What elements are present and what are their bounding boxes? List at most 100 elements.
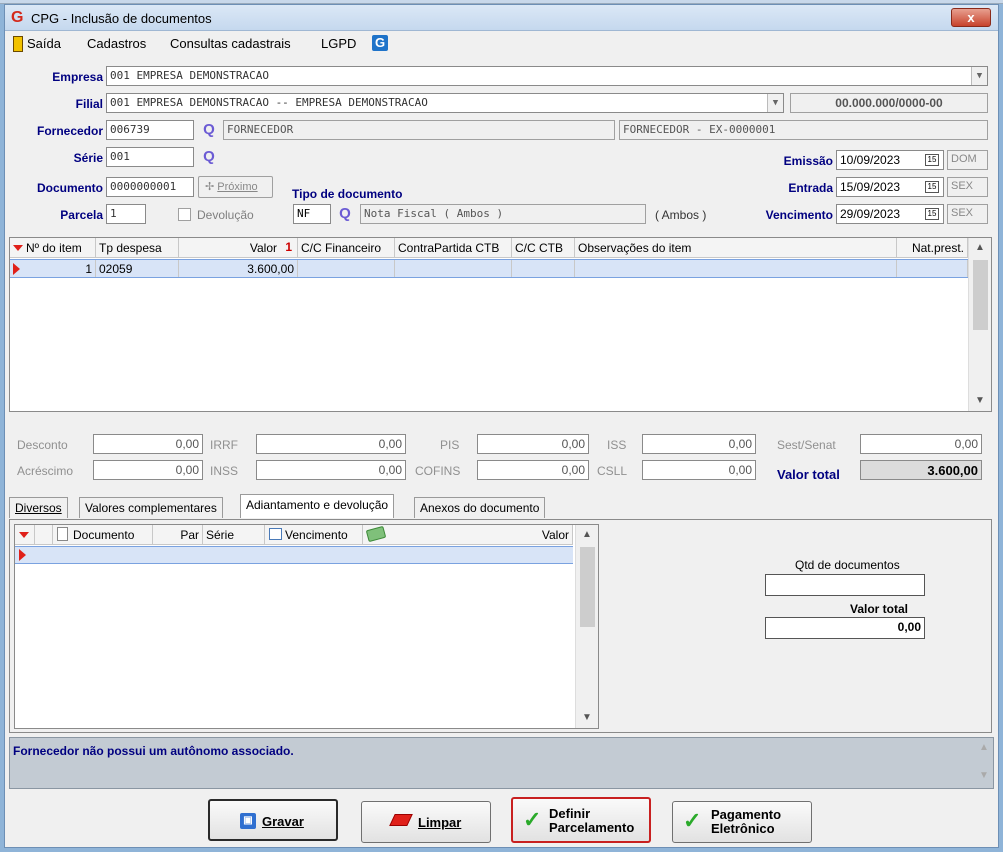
- pagamento-eletronico-button[interactable]: ✓ Pagamento Eletrônico: [672, 801, 812, 843]
- items-scrollbar[interactable]: ▲ ▼: [968, 238, 991, 411]
- scroll-down-icon[interactable]: ▼: [579, 712, 595, 723]
- scroll-down-icon[interactable]: ▼: [972, 395, 988, 406]
- col-header-cc-financeiro[interactable]: C/C Financeiro: [298, 238, 395, 258]
- search-icon[interactable]: Q: [200, 148, 218, 166]
- parcela-input[interactable]: 1: [106, 204, 146, 224]
- filial-value: 001 EMPRESA DEMONSTRACAO -- EMPRESA DEMO…: [110, 96, 428, 109]
- fornecedor-code-input[interactable]: 006739: [106, 120, 194, 140]
- scrollbar-thumb[interactable]: [580, 547, 595, 627]
- search-icon[interactable]: Q: [336, 205, 354, 223]
- calendar-icon[interactable]: 15: [925, 181, 939, 193]
- col-header-cc-ctb[interactable]: C/C CTB: [512, 238, 575, 258]
- gravar-button[interactable]: ▣ Gravar: [208, 799, 338, 841]
- cell-nat-prest[interactable]: [897, 260, 968, 277]
- cell-contrapartida[interactable]: [395, 260, 512, 277]
- sest-senat-label: Sest/Senat: [777, 438, 836, 452]
- vencimento-date-input[interactable]: 29/09/2023 15: [836, 204, 944, 224]
- close-button[interactable]: x: [951, 8, 991, 27]
- filter-arrow-icon: [13, 245, 23, 251]
- checkmark-icon: ✓: [523, 807, 542, 832]
- csll-label: CSLL: [597, 464, 628, 478]
- gravar-label: Gravar: [262, 814, 304, 829]
- vencimento-label: Vencimento: [765, 208, 833, 222]
- chevron-down-icon[interactable]: ▼: [971, 67, 987, 85]
- sort-order-icon: 1: [285, 240, 292, 254]
- tab-diversos[interactable]: Diversos: [9, 497, 68, 518]
- menu-consultas-cadastrais[interactable]: Consultas cadastrais: [170, 36, 291, 51]
- acrescimo-field[interactable]: 0,00: [93, 460, 203, 480]
- tipo-documento-code-input[interactable]: NF: [293, 204, 331, 224]
- search-icon[interactable]: Q: [200, 121, 218, 139]
- col-header-par[interactable]: Par: [153, 525, 203, 545]
- menu-lgpd[interactable]: LGPD: [321, 36, 356, 51]
- empresa-select[interactable]: 001 EMPRESA DEMONSTRACAO ▼: [106, 66, 988, 86]
- devolucao-checkbox[interactable]: [178, 208, 191, 221]
- definir-parcelamento-button[interactable]: ✓ Definir Parcelamento: [511, 797, 651, 843]
- col-header-valor[interactable]: Valor: [363, 525, 573, 545]
- proximo-button[interactable]: ✢ Próximo: [198, 176, 273, 198]
- tab-valores-complementares[interactable]: Valores complementares: [79, 497, 223, 518]
- cofins-field[interactable]: 0,00: [477, 460, 589, 480]
- adiantamento-grid[interactable]: Documento Par Série Vencimento Valor ▲ ▼: [14, 524, 599, 729]
- tipo-documento-scope: ( Ambos ): [655, 208, 707, 222]
- menu-bar: Saída Cadastros Consultas cadastrais LGP…: [5, 32, 998, 54]
- grid-filter-cell[interactable]: [15, 525, 35, 545]
- col-header-nr-item[interactable]: Nº do item: [10, 238, 96, 258]
- col-header-serie[interactable]: Série: [203, 525, 265, 545]
- menu-saida[interactable]: Saída: [27, 36, 61, 51]
- cell-item[interactable]: 1: [10, 260, 96, 277]
- tab-anexos-documento[interactable]: Anexos do documento: [414, 497, 546, 518]
- table-row[interactable]: 1 02059 3.600,00: [10, 259, 968, 278]
- sest-senat-field[interactable]: 0,00: [860, 434, 982, 454]
- iss-field[interactable]: 0,00: [642, 434, 756, 454]
- col-header-valor[interactable]: Valor 1: [179, 238, 298, 258]
- cell-valor[interactable]: 3.600,00: [179, 260, 298, 277]
- serie-label: Série: [73, 151, 103, 165]
- col-header-documento[interactable]: Documento: [53, 525, 153, 545]
- scroll-up-icon[interactable]: ▲: [579, 529, 595, 540]
- filial-select[interactable]: 001 EMPRESA DEMONSTRACAO -- EMPRESA DEMO…: [106, 93, 784, 113]
- cell-observacoes[interactable]: [575, 260, 897, 277]
- cell-cc-ctb[interactable]: [512, 260, 575, 277]
- pagamento-label-1: Pagamento: [711, 807, 782, 822]
- scroll-up-icon[interactable]: ▲: [972, 242, 988, 253]
- scroll-up-icon[interactable]: ▲: [976, 742, 992, 753]
- calendar-icon[interactable]: 15: [925, 154, 939, 166]
- irrf-field[interactable]: 0,00: [256, 434, 406, 454]
- col-header-vencimento[interactable]: Vencimento: [265, 525, 363, 545]
- scrollbar-thumb[interactable]: [973, 260, 988, 330]
- desconto-field[interactable]: 0,00: [93, 434, 203, 454]
- scroll-down-icon[interactable]: ▼: [976, 770, 992, 781]
- col-header-contrapartida-ctb[interactable]: ContraPartida CTB: [395, 238, 512, 258]
- entrada-value: 15/09/2023: [840, 180, 901, 194]
- csll-field[interactable]: 0,00: [642, 460, 756, 480]
- acrescimo-label: Acréscimo: [17, 464, 74, 478]
- qtd-documentos-field: [765, 574, 925, 596]
- limpar-button[interactable]: Limpar: [361, 801, 491, 843]
- main-window: G CPG - Inclusão de documentos x Saída C…: [4, 4, 999, 848]
- documento-input[interactable]: 0000000001: [106, 177, 194, 197]
- inss-field[interactable]: 0,00: [256, 460, 406, 480]
- calendar-icon[interactable]: 15: [925, 208, 939, 220]
- save-icon: ▣: [240, 813, 256, 829]
- emissao-label: Emissão: [783, 154, 833, 168]
- lgpd-g-icon[interactable]: G: [372, 35, 388, 51]
- tab-adiantamento-devolucao[interactable]: Adiantamento e devolução: [240, 494, 395, 518]
- emissao-date-input[interactable]: 10/09/2023 15: [836, 150, 944, 170]
- entrada-date-input[interactable]: 15/09/2023 15: [836, 177, 944, 197]
- message-panel: Fornecedor não possui um autônomo associ…: [9, 737, 994, 789]
- menu-cadastros[interactable]: Cadastros: [87, 36, 146, 51]
- col-header-tp-despesa[interactable]: Tp despesa: [96, 238, 179, 258]
- chevron-down-icon[interactable]: ▼: [767, 94, 783, 112]
- cell-cc-financeiro[interactable]: [298, 260, 395, 277]
- serie-input[interactable]: 001: [106, 147, 194, 167]
- cell-tp-despesa[interactable]: 02059: [96, 260, 179, 277]
- adiantamento-scrollbar[interactable]: ▲ ▼: [575, 525, 598, 728]
- col-header-observacoes[interactable]: Observações do item: [575, 238, 897, 258]
- title-bar: G CPG - Inclusão de documentos x: [5, 5, 998, 31]
- tab-strip: Diversos Valores complementares Adiantam…: [9, 494, 992, 519]
- items-grid[interactable]: Nº do item Tp despesa Valor 1 C/C Financ…: [9, 237, 992, 412]
- pis-field[interactable]: 0,00: [477, 434, 589, 454]
- table-row[interactable]: [15, 546, 573, 564]
- col-header-nat-prest[interactable]: Nat.prest.: [897, 238, 968, 258]
